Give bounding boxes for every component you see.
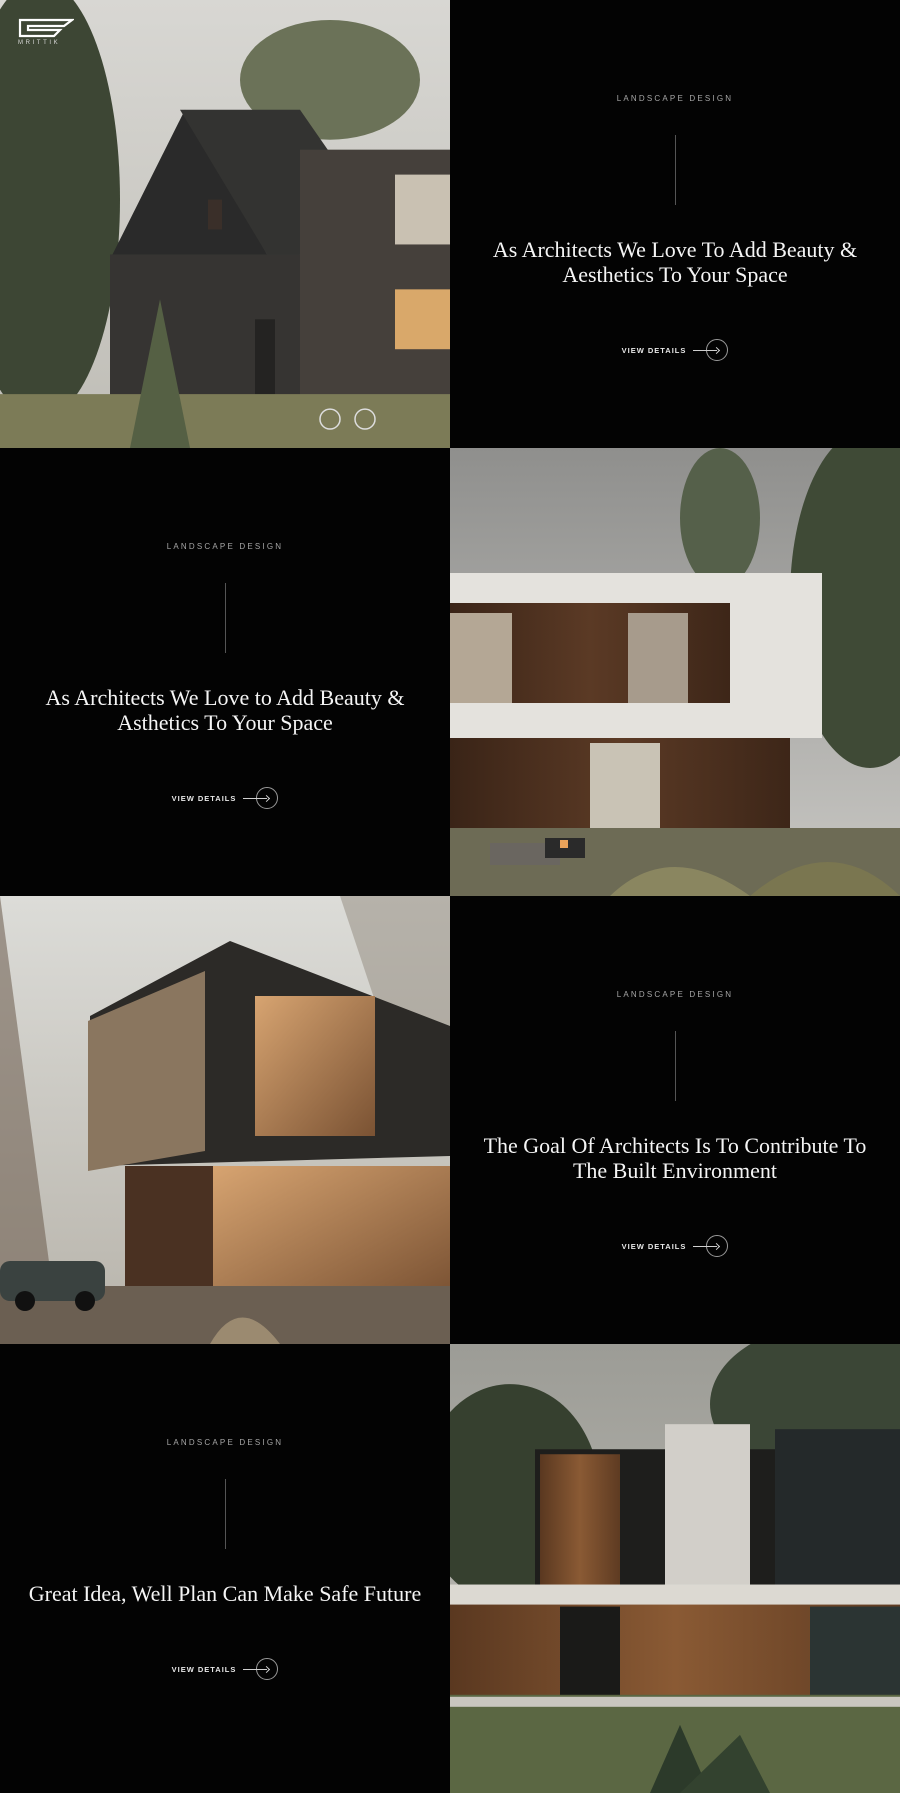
section-heading: The Goal Of Architects Is To Contribute … — [483, 1133, 867, 1183]
divider-line — [674, 135, 676, 205]
section-eyebrow: LANDSCAPE DESIGN — [166, 1438, 284, 1447]
view-details-label: VIEW DETAILS — [171, 1664, 237, 1674]
divider-line — [674, 1031, 676, 1101]
section-heading: As Architects We Love To Add Beauty & Ae… — [492, 237, 858, 287]
view-details-label: VIEW DETAILS — [621, 345, 687, 355]
project-row-1: LANDSCAPE DESIGN As Architects We Love t… — [0, 448, 900, 896]
project-row-4: LANDSCAPE DESIGN As Architects We Love T… — [0, 0, 900, 448]
section-eyebrow: LANDSCAPE DESIGN — [166, 542, 284, 551]
project-text-panel: LANDSCAPE DESIGN Great Idea, Well Plan C… — [0, 1344, 450, 1793]
site-logo[interactable]: MRITTIK — [18, 18, 78, 46]
divider-line — [224, 1479, 226, 1549]
view-details-label: VIEW DETAILS — [171, 793, 237, 803]
section-heading: Great Idea, Well Plan Can Make Safe Futu… — [28, 1581, 422, 1606]
project-text-panel: LANDSCAPE DESIGN As Architects We Love T… — [450, 0, 900, 448]
project-text-panel: LANDSCAPE DESIGN As Architects We Love t… — [0, 448, 450, 896]
view-details-link[interactable]: VIEW DETAILS — [622, 339, 729, 361]
divider-line — [224, 583, 226, 653]
view-details-link[interactable]: VIEW DETAILS — [172, 787, 279, 809]
view-details-label: VIEW DETAILS — [621, 1241, 687, 1251]
house-photo — [0, 896, 450, 1344]
project-image[interactable] — [450, 448, 900, 896]
section-eyebrow: LANDSCAPE DESIGN — [616, 94, 734, 103]
house-photo — [450, 448, 900, 896]
view-details-link[interactable]: VIEW DETAILS — [622, 1235, 729, 1257]
project-image[interactable] — [0, 896, 450, 1344]
house-photo — [450, 1344, 900, 1793]
arrow-right-icon — [243, 1658, 279, 1680]
section-heading: As Architects We Love to Add Beauty & As… — [45, 685, 405, 735]
project-row-2: LANDSCAPE DESIGN The Goal Of Architects … — [0, 896, 900, 1344]
arrow-right-icon — [693, 339, 729, 361]
house-photo — [0, 0, 450, 448]
section-eyebrow: LANDSCAPE DESIGN — [616, 990, 734, 999]
project-image[interactable] — [450, 1344, 900, 1793]
project-grid: MRITTIK LANDSCAPE DESIGN As Architects W… — [0, 0, 900, 1793]
arrow-right-icon — [243, 787, 279, 809]
logo-text: MRITTIK — [18, 40, 61, 46]
project-text-panel: LANDSCAPE DESIGN The Goal Of Architects … — [450, 896, 900, 1344]
arrow-right-icon — [693, 1235, 729, 1257]
view-details-link[interactable]: VIEW DETAILS — [172, 1658, 279, 1680]
project-row-3: LANDSCAPE DESIGN Great Idea, Well Plan C… — [0, 1344, 900, 1793]
mrittik-logo-icon — [18, 18, 74, 38]
project-image[interactable] — [0, 0, 450, 448]
